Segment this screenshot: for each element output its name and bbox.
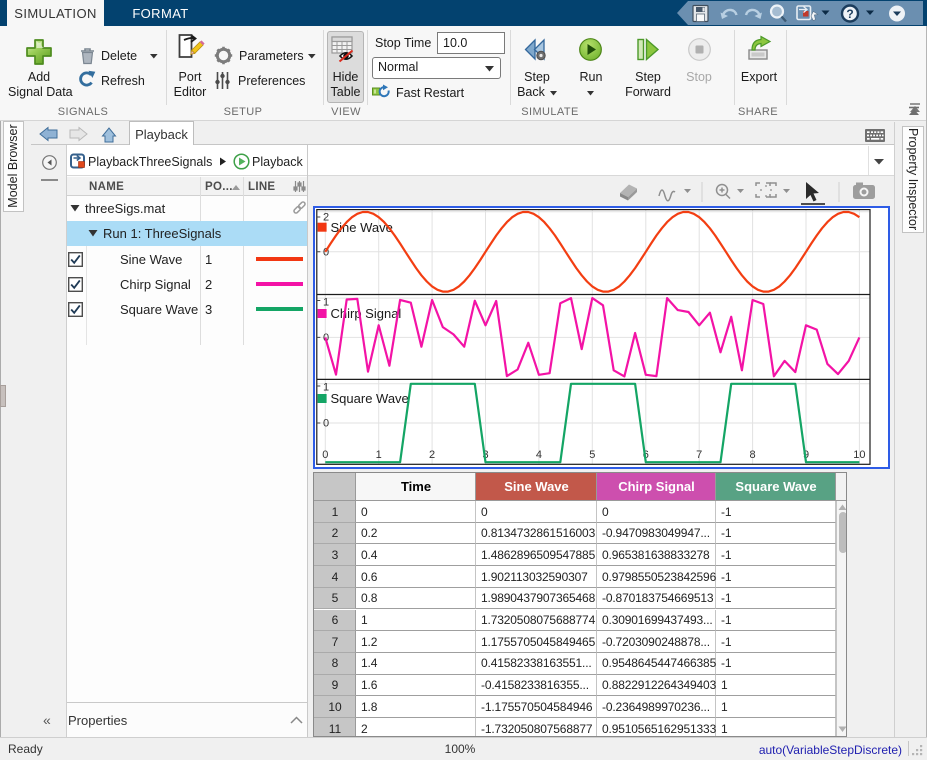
svg-text:5: 5	[589, 449, 595, 461]
svg-text:1: 1	[323, 382, 329, 394]
svg-text:1: 1	[323, 297, 329, 309]
svg-text:2: 2	[429, 449, 435, 461]
svg-text:0: 0	[322, 449, 328, 461]
svg-text:10: 10	[853, 449, 865, 461]
svg-text:4: 4	[536, 449, 542, 461]
svg-text:1: 1	[376, 449, 382, 461]
svg-text:?: ?	[846, 7, 853, 21]
svg-text:0: 0	[323, 418, 329, 430]
svg-text:Square Wave: Square Wave	[331, 391, 409, 406]
svg-text:Chirp Signal: Chirp Signal	[331, 306, 402, 321]
svg-text:2: 2	[323, 212, 329, 224]
svg-text:7: 7	[696, 449, 702, 461]
svg-text:8: 8	[750, 449, 756, 461]
